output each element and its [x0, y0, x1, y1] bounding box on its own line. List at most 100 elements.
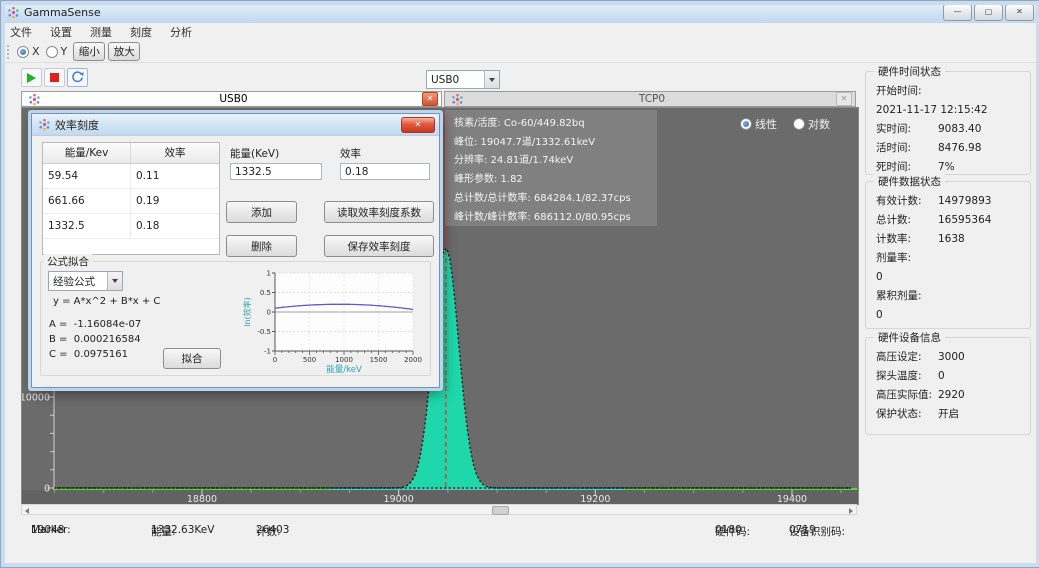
maximize-button[interactable]: ▢ — [974, 4, 1003, 21]
tab-close-button-disabled: ✕ — [836, 92, 852, 106]
axis-x-radio[interactable]: X — [17, 45, 40, 58]
coefficient-c: C = 0.0975161 — [49, 349, 128, 360]
efficiency-field-label: 效率 — [340, 146, 361, 161]
fit-group-title: 公式拟合 — [44, 254, 92, 269]
svg-text:2000: 2000 — [404, 356, 422, 364]
group-title: 硬件数据状态 — [874, 174, 945, 189]
efficiency-input[interactable]: 0.18 — [340, 163, 430, 180]
dialog-titlebar[interactable]: 效率刻度 ✕ — [32, 114, 439, 136]
overlay-nuclide-activity: 核素/活度: Co-60/449.82bq — [454, 115, 657, 134]
formula-select[interactable]: 经验公式 — [48, 271, 123, 291]
play-icon — [27, 73, 36, 83]
dialog-icon — [38, 118, 51, 131]
table-row[interactable]: 661.66 0.19 — [43, 189, 219, 214]
view-toolbar: X Y 缩小 放大 — [1, 41, 1039, 63]
overlay-peak-position: 峰位: 19047.7道/1332.61keV — [454, 134, 657, 153]
overlay-peak-counts: 峰计数/峰计数率: 686112.0/80.95cps — [454, 209, 657, 228]
svg-text:-1: -1 — [264, 348, 271, 356]
menu-item-settings[interactable]: 设置 — [41, 23, 81, 41]
radio-circle-icon — [46, 46, 58, 58]
refresh-button[interactable] — [67, 68, 88, 87]
peak-info-overlay: 核素/活度: Co-60/449.82bq 峰位: 19047.7道/1332.… — [445, 110, 657, 226]
calibration-table[interactable]: 能量/Kev 效率 59.54 0.11 661.66 0.19 1332.5 … — [42, 142, 220, 255]
chevron-down-icon — [112, 279, 118, 283]
fit-button[interactable]: 拟合 — [163, 348, 221, 369]
efficiency-fit-plot: 10.50-0.5-10500100015002000ln(效率)能量/keV — [241, 265, 428, 375]
svg-text:500: 500 — [303, 356, 316, 364]
save-calibration-button[interactable]: 保存效率刻度 — [324, 235, 434, 257]
zoom-out-button[interactable]: 缩小 — [73, 42, 105, 61]
tab-label: TCP0 — [468, 93, 836, 105]
chevron-down-icon — [489, 78, 495, 82]
menu-item-analysis[interactable]: 分析 — [161, 23, 201, 41]
svg-text:1: 1 — [267, 270, 271, 278]
scroll-right-icon[interactable] — [849, 508, 853, 514]
tab-tcp0[interactable]: TCP0 ✕ — [444, 91, 856, 107]
tab-icon — [28, 93, 41, 106]
formula-select-arrow[interactable] — [107, 272, 122, 290]
linear-scale-radio[interactable]: 线性 — [740, 116, 777, 132]
refresh-icon — [71, 71, 84, 84]
svg-text:18800: 18800 — [187, 494, 217, 504]
menu-item-measure[interactable]: 测量 — [81, 23, 121, 41]
group-title: 硬件时间状态 — [874, 64, 945, 79]
column-header-efficiency[interactable]: 效率 — [131, 143, 219, 163]
axis-y-radio[interactable]: Y — [46, 45, 68, 58]
group-title: 硬件设备信息 — [874, 330, 945, 345]
dialog-close-button[interactable]: ✕ — [401, 117, 435, 133]
app-icon — [7, 6, 20, 19]
add-button[interactable]: 添加 — [226, 201, 297, 223]
minimize-button[interactable]: — — [943, 4, 972, 21]
formula-fit-group: 公式拟合 经验公式 y = A*x^2 + B*x + C A = -1.160… — [40, 261, 431, 376]
start-acquisition-button[interactable] — [21, 68, 42, 87]
device-select[interactable]: USB0 — [426, 70, 500, 89]
coefficient-b: B = 0.000216584 — [49, 334, 141, 345]
table-row[interactable]: 1332.5 0.18 — [43, 214, 219, 239]
svg-text:1000: 1000 — [335, 356, 353, 364]
overlay-total-counts: 总计数/总计数率: 684284.1/82.37cps — [454, 190, 657, 209]
hardware-time-status-group: 硬件时间状态 开始时间: 2021-11-17 12:15:42 实时间:908… — [865, 71, 1031, 175]
app-window: GammaSense — ▢ ✕ 文件 设置 测量 刻度 分析 X Y 缩小 放… — [0, 0, 1039, 568]
svg-text:0: 0 — [273, 356, 277, 364]
tab-label: USB0 — [45, 93, 422, 105]
log-scale-radio[interactable]: 对数 — [793, 116, 830, 132]
fit-formula: y = A*x^2 + B*x + C — [53, 296, 160, 307]
device-select-arrow[interactable] — [484, 71, 499, 88]
efficiency-calibration-dialog: 效率刻度 ✕ 能量/Kev 效率 59.54 0.11 661.66 0.19 … — [31, 113, 440, 388]
svg-text:19000: 19000 — [384, 494, 414, 504]
coefficient-a: A = -1.16084e-07 — [49, 319, 141, 330]
tab-close-button[interactable]: ✕ — [422, 92, 438, 106]
overlay-resolution: 分辨率: 24.81道/1.74keV — [454, 152, 657, 171]
svg-text:1500: 1500 — [370, 356, 388, 364]
delete-button[interactable]: 删除 — [226, 235, 297, 257]
tab-icon — [451, 93, 464, 106]
hardware-device-info-group: 硬件设备信息 高压设定:3000 探头温度:0 高压实际值:2920 保护状态:… — [865, 337, 1031, 435]
menubar: 文件 设置 测量 刻度 分析 — [1, 23, 1039, 42]
table-row[interactable]: 59.54 0.11 — [43, 164, 219, 189]
menu-item-calibration[interactable]: 刻度 — [121, 23, 161, 41]
hardware-data-status-group: 硬件数据状态 有效计数:14979893 总计数:16595364 计数率:16… — [865, 181, 1031, 329]
svg-text:0: 0 — [44, 484, 50, 495]
zoom-in-button[interactable]: 放大 — [108, 42, 140, 61]
svg-text:19200: 19200 — [580, 494, 610, 504]
menu-item-file[interactable]: 文件 — [1, 23, 41, 41]
status-bar: Marker: 19048 能量:1332.63KeV 计数:26403 硬件码… — [1, 516, 1039, 536]
read-coefficients-button[interactable]: 读取效率刻度系数 — [324, 201, 434, 223]
window-title: GammaSense — [24, 6, 101, 19]
stop-acquisition-button[interactable] — [44, 68, 65, 87]
right-panel: 硬件时间状态 开始时间: 2021-11-17 12:15:42 实时间:908… — [863, 63, 1035, 511]
svg-text:19400: 19400 — [777, 494, 807, 504]
overlay-peak-shape: 峰形参数: 1.82 — [454, 171, 657, 190]
svg-text:-0.5: -0.5 — [257, 328, 271, 336]
energy-input[interactable]: 1332.5 — [230, 163, 322, 180]
radio-circle-icon — [740, 118, 752, 130]
close-button[interactable]: ✕ — [1005, 4, 1034, 21]
tab-usb0[interactable]: USB0 ✕ — [21, 91, 442, 107]
chart-scrollbar[interactable] — [21, 504, 857, 515]
radio-circle-icon — [793, 118, 805, 130]
scroll-left-icon[interactable] — [25, 508, 29, 514]
acquisition-controls — [21, 68, 90, 87]
column-header-energy[interactable]: 能量/Kev — [43, 143, 131, 163]
tabbar: USB0 ✕ TCP0 ✕ — [21, 91, 857, 107]
scrollbar-thumb[interactable] — [492, 506, 509, 515]
